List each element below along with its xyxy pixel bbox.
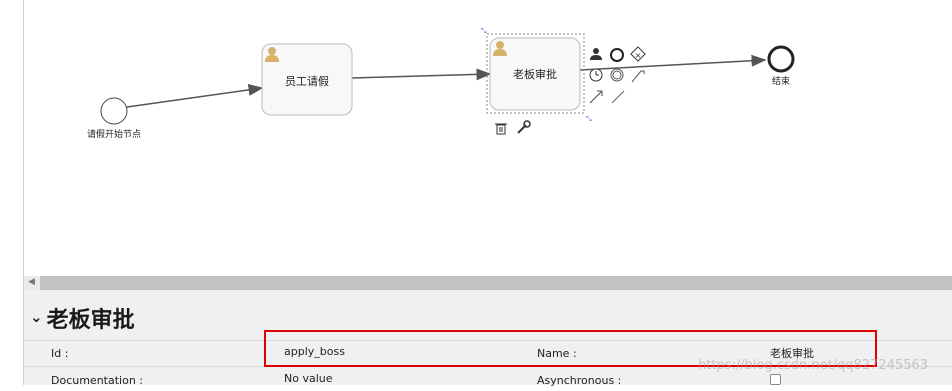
- add-annotation-icon[interactable]: [631, 70, 645, 83]
- id-label: Id :: [51, 347, 69, 360]
- add-intermediate-event-icon[interactable]: [610, 68, 624, 82]
- watermark: https://blog.csdn.net/qq827245563: [698, 358, 929, 373]
- connect-association-icon[interactable]: [611, 90, 625, 104]
- svg-text:×: ×: [635, 51, 642, 60]
- connect-arrow-icon[interactable]: [589, 90, 603, 104]
- add-gateway-icon[interactable]: ×: [630, 46, 646, 62]
- bpmn-diagram[interactable]: 请假开始节点 员工请假 老板审批 ⤡ ⤡ × 结束: [0, 0, 952, 276]
- trash-icon[interactable]: [495, 123, 507, 135]
- add-user-task-icon[interactable]: [590, 48, 602, 60]
- resize-handle-icon[interactable]: ⤡: [586, 115, 592, 123]
- properties-header[interactable]: ⌄ 老板审批: [30, 302, 135, 334]
- end-event[interactable]: [767, 45, 795, 73]
- horizontal-scrollbar[interactable]: ◀: [24, 276, 952, 290]
- documentation-label: Documentation :: [51, 374, 144, 387]
- asynchronous-checkbox[interactable]: [770, 374, 781, 385]
- add-end-event-icon[interactable]: [610, 48, 624, 62]
- resize-handle-icon[interactable]: ⤡: [481, 27, 487, 35]
- properties-title: 老板审批: [46, 308, 135, 333]
- end-event-label: 结束: [772, 75, 790, 87]
- scroll-left-arrow-icon: ◀: [28, 277, 35, 287]
- start-event[interactable]: [100, 97, 128, 125]
- start-event-label: 请假开始节点: [87, 128, 141, 140]
- task-label: 老板审批: [513, 67, 557, 81]
- wrench-icon[interactable]: [517, 120, 531, 134]
- task-boss-approval[interactable]: 老板审批 ⤡ ⤡: [481, 27, 592, 123]
- chevron-down-icon[interactable]: ⌄: [30, 308, 43, 326]
- asynchronous-label: Asynchronous :: [537, 374, 622, 387]
- task-label: 员工请假: [285, 74, 329, 88]
- documentation-value[interactable]: No value: [284, 372, 333, 385]
- process-canvas[interactable]: 请假开始节点 员工请假 老板审批 ⤡ ⤡ × 结束: [0, 0, 952, 276]
- flow-task1-to-task2[interactable]: [351, 68, 492, 81]
- task-employee-leave[interactable]: 员工请假: [261, 43, 353, 116]
- add-timer-event-icon[interactable]: [589, 68, 603, 82]
- flow-task2-to-end[interactable]: [579, 54, 767, 71]
- flow-start-to-task1[interactable]: [126, 83, 264, 108]
